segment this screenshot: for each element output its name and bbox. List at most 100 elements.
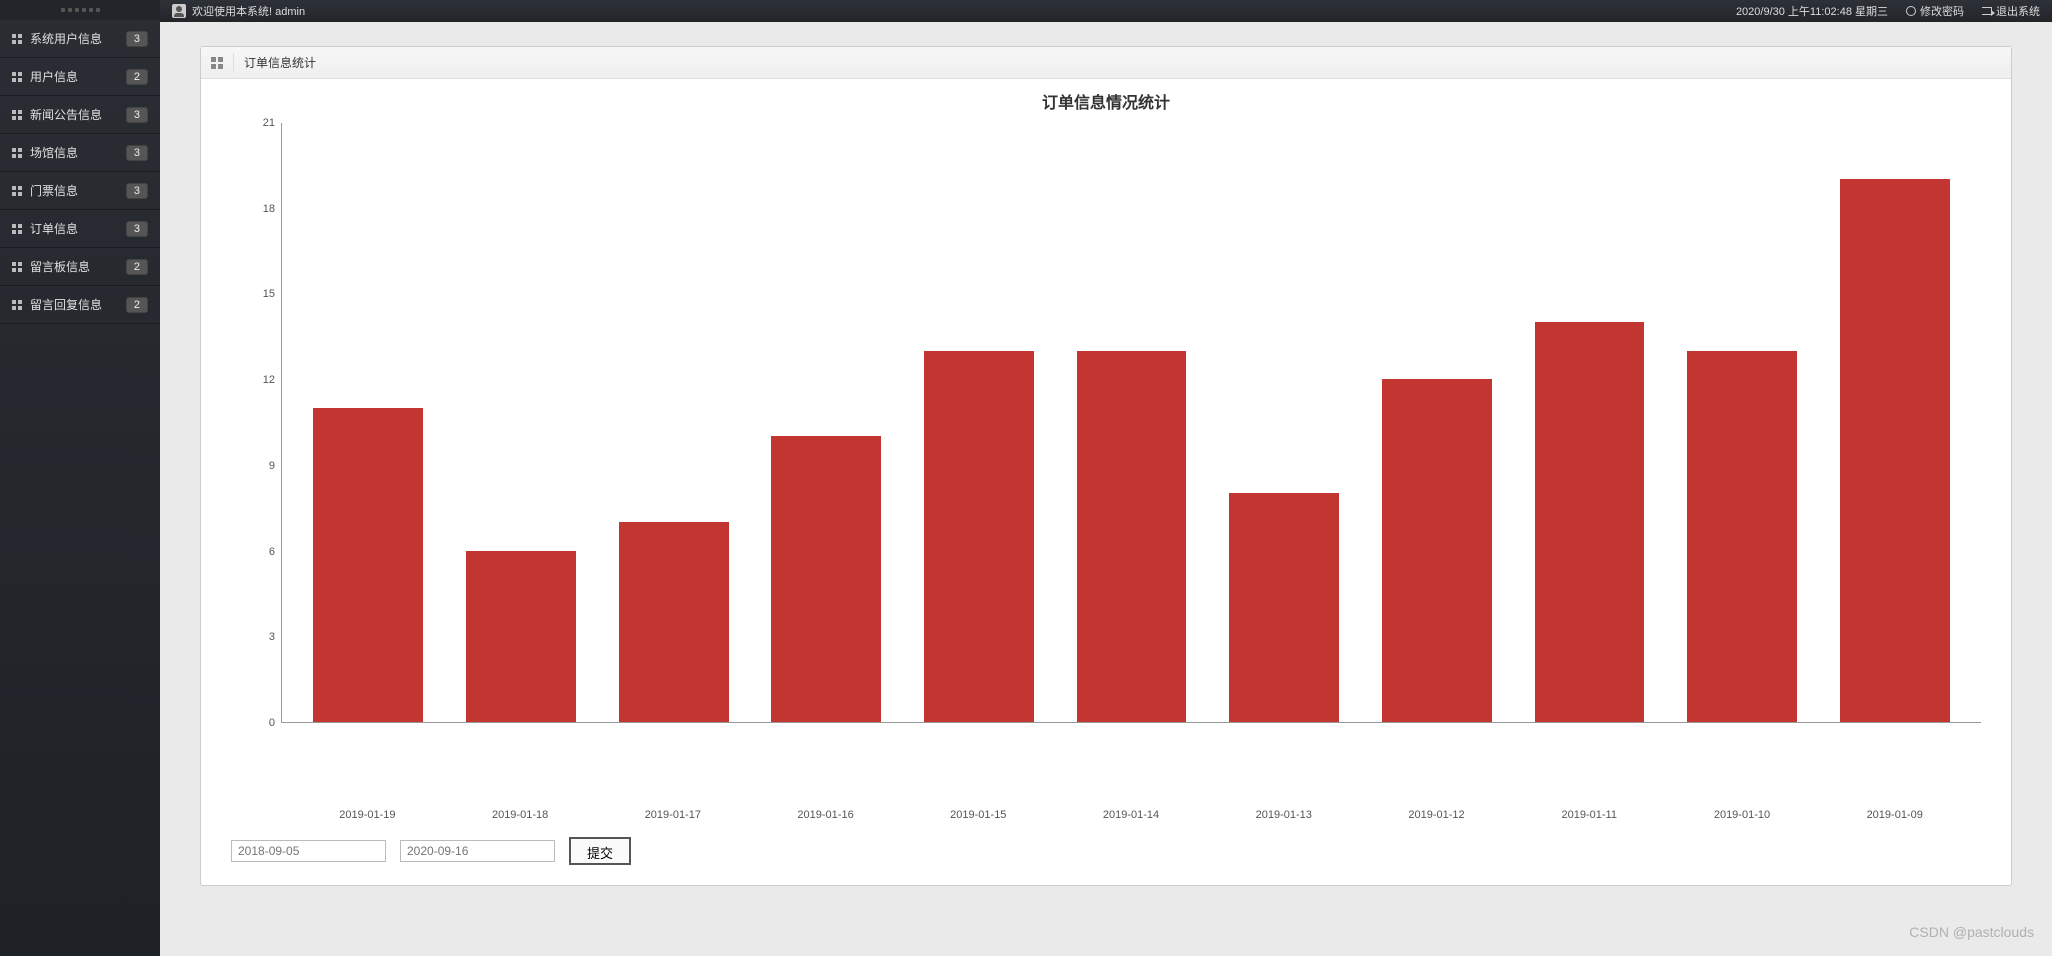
- app-root: 系统用户信息3用户信息2新闻公告信息3场馆信息3门票信息3订单信息3留言板信息2…: [0, 0, 2052, 956]
- x-label: 2019-01-09: [1818, 809, 1971, 821]
- bar-slot: [445, 551, 598, 722]
- grid-icon: [12, 34, 22, 44]
- chart-title: 订单信息情况统计: [231, 89, 1981, 113]
- nav-item-badge: 3: [126, 31, 148, 47]
- grid-icon: [211, 57, 223, 69]
- x-axis: 2019-01-192019-01-182019-01-172019-01-16…: [281, 803, 1981, 821]
- change-password-button[interactable]: 修改密码: [1906, 3, 1964, 19]
- grid-icon: [12, 224, 22, 234]
- bar[interactable]: [1077, 351, 1187, 722]
- nav-item-badge: 2: [126, 69, 148, 85]
- y-axis: 036912151821: [231, 123, 281, 723]
- bar-slot: [903, 351, 1056, 722]
- x-label: 2019-01-10: [1666, 809, 1819, 821]
- welcome-text: 欢迎使用本系统! admin: [192, 3, 305, 19]
- nav-item-3[interactable]: 场馆信息3: [0, 134, 160, 172]
- x-label: 2019-01-17: [596, 809, 749, 821]
- grid-icon: [12, 110, 22, 120]
- gear-icon: [1906, 6, 1916, 16]
- x-label: 2019-01-15: [902, 809, 1055, 821]
- submit-button[interactable]: 提交: [569, 837, 631, 865]
- y-tick: 3: [269, 631, 275, 643]
- chart-area: 订单信息情况统计 036912151821 2019-01-192019-01-…: [201, 79, 2011, 885]
- x-label: 2019-01-14: [1055, 809, 1208, 821]
- nav-item-4[interactable]: 门票信息3: [0, 172, 160, 210]
- bar-slot: [1513, 322, 1666, 722]
- nav-item-label: 留言回复信息: [30, 296, 126, 313]
- bar[interactable]: [1535, 322, 1645, 722]
- logout-label: 退出系统: [1996, 3, 2040, 19]
- nav-item-badge: 3: [126, 145, 148, 161]
- x-label: 2019-01-13: [1207, 809, 1360, 821]
- nav-item-label: 门票信息: [30, 182, 126, 199]
- panel-header: 订单信息统计: [201, 47, 2011, 79]
- y-tick: 18: [263, 203, 275, 215]
- panel: 订单信息统计 订单信息情况统计 036912151821 2019-01-192…: [200, 46, 2012, 886]
- grid-icon: [12, 300, 22, 310]
- x-label: 2019-01-19: [291, 809, 444, 821]
- nav-item-label: 留言板信息: [30, 258, 126, 275]
- change-password-label: 修改密码: [1920, 3, 1964, 19]
- y-tick: 9: [269, 460, 275, 472]
- bar[interactable]: [1687, 351, 1797, 722]
- nav-item-badge: 2: [126, 259, 148, 275]
- content-area: 订单信息统计 订单信息情况统计 036912151821 2019-01-192…: [160, 22, 2052, 956]
- bar-slot: [1666, 351, 1819, 722]
- logout-button[interactable]: 退出系统: [1982, 3, 2040, 19]
- bar-slot: [292, 408, 445, 722]
- nav-item-7[interactable]: 留言回复信息2: [0, 286, 160, 324]
- y-tick: 15: [263, 288, 275, 300]
- bar-slot: [597, 522, 750, 722]
- grid-icon: [12, 186, 22, 196]
- x-label: 2019-01-16: [749, 809, 902, 821]
- nav-item-label: 场馆信息: [30, 144, 126, 161]
- sidebar: 系统用户信息3用户信息2新闻公告信息3场馆信息3门票信息3订单信息3留言板信息2…: [0, 0, 160, 956]
- bar-slot: [1055, 351, 1208, 722]
- plot-area: [281, 123, 1981, 723]
- user-icon: [172, 4, 186, 18]
- nav-item-0[interactable]: 系统用户信息3: [0, 20, 160, 58]
- nav-item-6[interactable]: 留言板信息2: [0, 248, 160, 286]
- nav-item-2[interactable]: 新闻公告信息3: [0, 96, 160, 134]
- bar[interactable]: [1229, 493, 1339, 722]
- bar-slot: [1208, 493, 1361, 722]
- grid-icon: [12, 148, 22, 158]
- chart-canvas: 036912151821: [231, 123, 1981, 803]
- x-label: 2019-01-18: [444, 809, 597, 821]
- nav-item-label: 订单信息: [30, 220, 126, 237]
- bar[interactable]: [313, 408, 423, 722]
- grid-icon: [12, 262, 22, 272]
- nav-item-label: 用户信息: [30, 68, 126, 85]
- nav-item-label: 新闻公告信息: [30, 106, 126, 123]
- bar[interactable]: [771, 436, 881, 722]
- sidebar-drag-handle[interactable]: [0, 0, 160, 20]
- nav-item-label: 系统用户信息: [30, 30, 126, 47]
- nav-item-5[interactable]: 订单信息3: [0, 210, 160, 248]
- bar-slot: [750, 436, 903, 722]
- y-tick: 0: [269, 717, 275, 729]
- end-date-input[interactable]: [400, 840, 555, 862]
- nav-item-badge: 3: [126, 183, 148, 199]
- bar[interactable]: [1382, 379, 1492, 722]
- filter-form: 提交: [231, 821, 1981, 865]
- bar[interactable]: [1840, 179, 1950, 722]
- exit-icon: [1982, 7, 1992, 15]
- nav-item-badge: 2: [126, 297, 148, 313]
- main-area: 欢迎使用本系统! admin 2020/9/30 上午11:02:48 星期三 …: [160, 0, 2052, 956]
- y-tick: 21: [263, 117, 275, 129]
- topbar: 欢迎使用本系统! admin 2020/9/30 上午11:02:48 星期三 …: [160, 0, 2052, 22]
- bar[interactable]: [466, 551, 576, 722]
- start-date-input[interactable]: [231, 840, 386, 862]
- y-tick: 12: [263, 374, 275, 386]
- nav-item-badge: 3: [126, 107, 148, 123]
- bar-slot: [1818, 179, 1971, 722]
- y-tick: 6: [269, 546, 275, 558]
- bar[interactable]: [619, 522, 729, 722]
- grid-icon: [12, 72, 22, 82]
- nav-item-1[interactable]: 用户信息2: [0, 58, 160, 96]
- x-label: 2019-01-12: [1360, 809, 1513, 821]
- bar[interactable]: [924, 351, 1034, 722]
- x-label: 2019-01-11: [1513, 809, 1666, 821]
- panel-title: 订单信息统计: [244, 54, 316, 71]
- datetime-text: 2020/9/30 上午11:02:48 星期三: [1736, 3, 1888, 19]
